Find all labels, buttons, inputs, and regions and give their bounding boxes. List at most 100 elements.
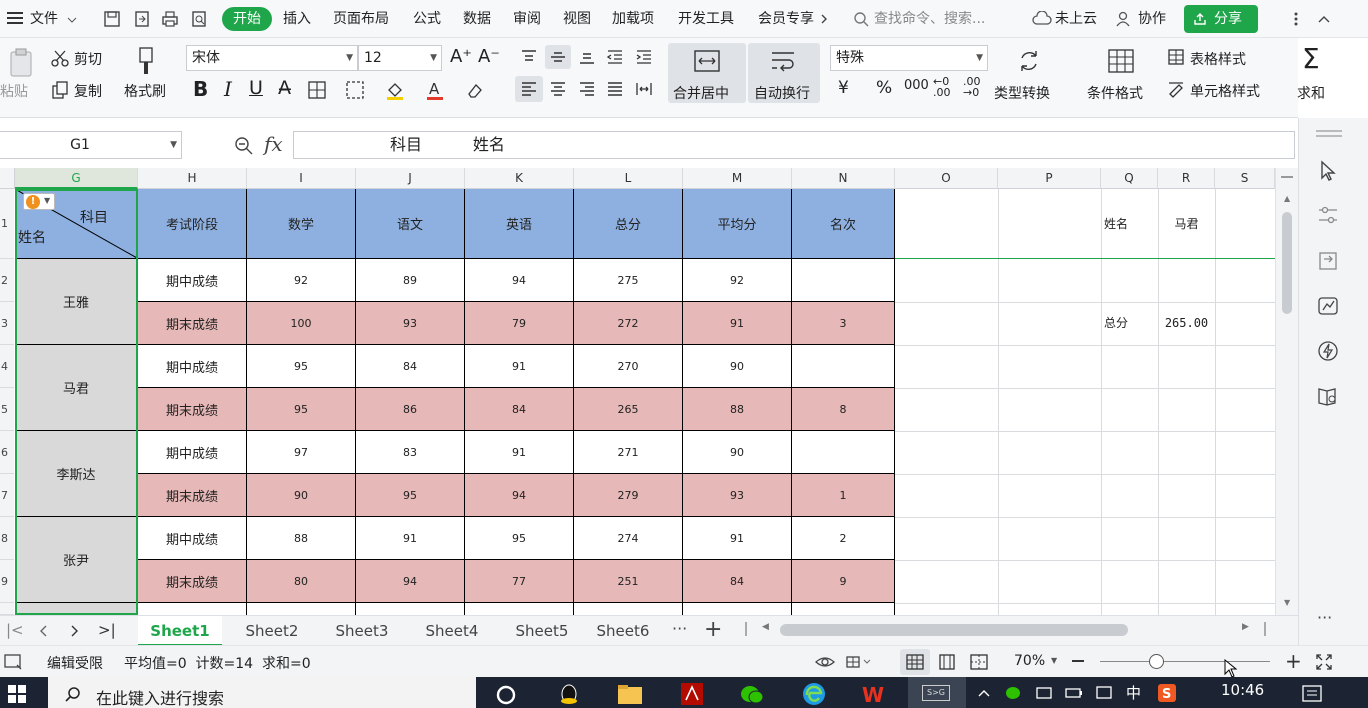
next-sheet-icon[interactable] xyxy=(68,623,82,639)
table-cell[interactable] xyxy=(683,603,792,615)
underline-icon[interactable]: U xyxy=(249,77,263,99)
justify-icon[interactable] xyxy=(604,78,626,100)
zoom-in-icon[interactable]: + xyxy=(1285,649,1302,673)
student-name-cell[interactable] xyxy=(15,603,138,615)
cell-math[interactable]: 95 xyxy=(247,388,356,431)
header-total[interactable]: 总分 xyxy=(574,189,683,259)
horizontal-scroll-thumb[interactable] xyxy=(780,624,1128,636)
row-header-9[interactable]: 9 xyxy=(0,560,14,603)
cell-english[interactable]: 77 xyxy=(465,560,574,603)
cell-english[interactable]: 84 xyxy=(465,388,574,431)
decrease-decimal-icon[interactable]: .00 →0 xyxy=(963,76,981,98)
zoom-slider[interactable] xyxy=(1100,661,1270,662)
column-header-s[interactable]: S xyxy=(1215,168,1275,189)
wechat-tray-icon[interactable] xyxy=(1004,683,1024,703)
cell-stage[interactable]: 期末成绩 xyxy=(138,388,247,431)
error-check-button[interactable]: ! ▼ xyxy=(23,193,55,210)
fx-icon[interactable]: fx xyxy=(264,132,283,156)
column-header-r[interactable]: R xyxy=(1158,168,1215,189)
selection-summary[interactable]: 平均值=0 计数=14 求和=0 xyxy=(124,653,311,673)
share-button[interactable]: 分享 xyxy=(1184,5,1258,33)
lookup-total-label[interactable]: 总分 xyxy=(1104,302,1128,345)
zoom-out-icon[interactable] xyxy=(1072,660,1084,662)
more-sheets-icon[interactable]: ··· xyxy=(672,619,687,638)
scroll-up-icon[interactable]: ▲ xyxy=(1284,194,1290,203)
align-right-icon[interactable] xyxy=(576,78,598,100)
scroll-down-icon[interactable]: ▼ xyxy=(1284,598,1290,607)
cell-total[interactable]: 270 xyxy=(574,345,683,388)
collapse-ribbon-icon[interactable] xyxy=(1316,12,1332,26)
currency-icon[interactable]: ¥ xyxy=(838,78,849,98)
zoom-level[interactable]: 70% xyxy=(1014,653,1045,669)
cell-rank[interactable] xyxy=(792,431,895,474)
cell-math[interactable]: 90 xyxy=(247,474,356,517)
cell-rank[interactable]: 2 xyxy=(792,517,895,560)
cell-math[interactable]: 97 xyxy=(247,431,356,474)
select-all-corner[interactable] xyxy=(0,168,15,189)
bold-icon[interactable]: B xyxy=(193,77,208,101)
row-header-7[interactable]: 7 xyxy=(0,474,14,517)
table-cell[interactable] xyxy=(138,603,247,615)
cell-total[interactable]: 272 xyxy=(574,302,683,345)
prev-sheet-icon[interactable] xyxy=(36,623,50,639)
cell-average[interactable]: 93 xyxy=(683,474,792,517)
row-header-4[interactable]: 4 xyxy=(0,345,14,388)
type-convert-button[interactable]: 类型转换 xyxy=(994,83,1050,103)
sum-button[interactable]: 求和 xyxy=(1297,83,1325,103)
chevron-down-icon[interactable]: ▼ xyxy=(1051,656,1057,665)
fullscreen-icon[interactable] xyxy=(1314,652,1334,672)
fill-color-icon[interactable] xyxy=(384,79,406,101)
notification-icon[interactable] xyxy=(1300,683,1324,705)
lightning-icon[interactable] xyxy=(1315,338,1341,364)
tab-data[interactable]: 数据 xyxy=(463,0,491,38)
column-header-g[interactable]: G xyxy=(15,168,138,189)
strikethrough-icon[interactable]: A̶ xyxy=(278,77,291,99)
cell-style-button[interactable]: 单元格样式 xyxy=(1190,81,1260,101)
sheet-tab-6[interactable]: Sheet6 xyxy=(587,616,659,646)
clear-format-icon[interactable] xyxy=(464,79,486,101)
cell-average[interactable]: 90 xyxy=(683,431,792,474)
vertical-scrollbar[interactable]: ▲ ▼ xyxy=(1275,168,1298,615)
table-style-button[interactable]: 表格样式 xyxy=(1190,49,1246,69)
sheet-tab-4[interactable]: Sheet4 xyxy=(412,616,492,646)
cut-button[interactable]: 剪切 xyxy=(74,49,102,69)
lookup-total-value[interactable]: 265.00 xyxy=(1158,302,1215,345)
cell-math[interactable]: 92 xyxy=(247,259,356,302)
cell-chinese[interactable]: 84 xyxy=(356,345,465,388)
cell-rank[interactable]: 9 xyxy=(792,560,895,603)
cell-rank[interactable]: 3 xyxy=(792,302,895,345)
sheet-tab-5[interactable]: Sheet5 xyxy=(502,616,582,646)
tab-review[interactable]: 审阅 xyxy=(513,0,541,38)
column-header-n[interactable]: N xyxy=(792,168,895,189)
chevron-right-icon[interactable] xyxy=(818,12,830,26)
cell-rank[interactable] xyxy=(792,259,895,302)
cell-average[interactable]: 90 xyxy=(683,345,792,388)
formula-input[interactable]: 科目 姓名 xyxy=(293,131,1295,159)
cell-stage[interactable]: 期末成绩 xyxy=(138,474,247,517)
cell-average[interactable]: 88 xyxy=(683,388,792,431)
cortana-icon[interactable] xyxy=(494,683,518,707)
distributed-icon[interactable] xyxy=(633,78,655,100)
scroll-left-icon[interactable]: ◀ xyxy=(762,622,769,632)
border-icon[interactable] xyxy=(306,79,328,101)
column-header-m[interactable]: M xyxy=(683,168,792,189)
wps-office-icon[interactable]: W xyxy=(860,681,888,707)
taskbar-search-box[interactable]: 在此键入进行搜索 xyxy=(48,677,476,708)
cell-chinese[interactable]: 93 xyxy=(356,302,465,345)
cell-average[interactable]: 92 xyxy=(683,259,792,302)
battery-icon[interactable] xyxy=(1064,683,1084,703)
crosshair-icon[interactable] xyxy=(844,652,874,672)
qq-icon[interactable] xyxy=(556,681,582,707)
cell-stage[interactable]: 期末成绩 xyxy=(138,302,247,345)
italic-icon[interactable]: I xyxy=(224,77,232,101)
row-header-6[interactable]: 6 xyxy=(0,431,14,474)
paste-button[interactable]: 粘贴 xyxy=(0,81,28,101)
header-average[interactable]: 平均分 xyxy=(683,189,792,259)
cell-total[interactable]: 275 xyxy=(574,259,683,302)
cell-stage[interactable]: 期中成绩 xyxy=(138,517,247,560)
cell-english[interactable]: 94 xyxy=(465,474,574,517)
decrease-font-icon[interactable]: A⁻ xyxy=(478,46,500,67)
row-header-3[interactable]: 3 xyxy=(0,302,14,345)
student-name-cell[interactable]: 张尹 xyxy=(15,517,138,603)
cell-english[interactable]: 94 xyxy=(465,259,574,302)
